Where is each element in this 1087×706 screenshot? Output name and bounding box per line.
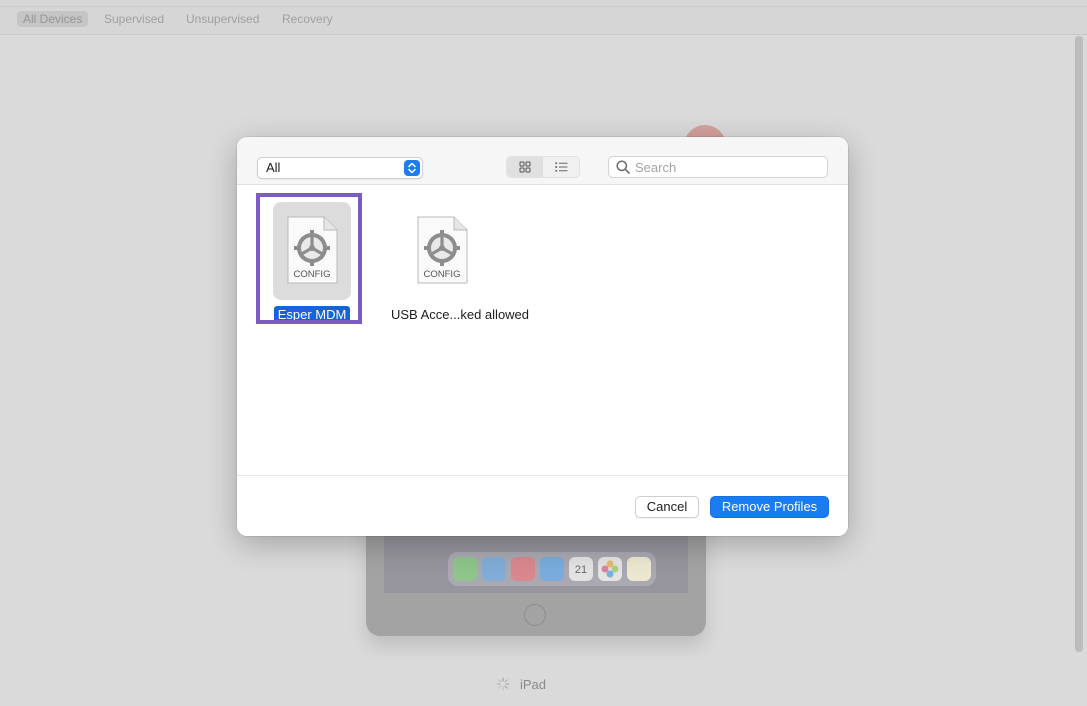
profile-item-usb-accessories[interactable]: CONFIG USB Acce...ked allowed bbox=[387, 198, 529, 328]
cancel-button[interactable]: Cancel bbox=[635, 496, 699, 518]
remove-profiles-button[interactable]: Remove Profiles bbox=[710, 496, 829, 518]
list-icon bbox=[554, 162, 567, 172]
search-field[interactable] bbox=[608, 156, 828, 178]
dialog-footer: Cancel Remove Profiles bbox=[237, 475, 848, 536]
profile-icon-tile: CONFIG bbox=[403, 202, 481, 300]
chevron-updown-icon bbox=[404, 160, 420, 176]
selection-highlight-box bbox=[256, 193, 362, 324]
profile-name: USB Acce...ked allowed bbox=[387, 307, 529, 322]
filter-popup-button[interactable]: All bbox=[257, 157, 423, 179]
list-view-button[interactable] bbox=[543, 157, 579, 177]
grid-view-button[interactable] bbox=[507, 157, 543, 177]
config-icon-caption: CONFIG bbox=[423, 269, 461, 280]
grid-icon bbox=[519, 161, 531, 173]
dialog-toolbar: All bbox=[237, 137, 848, 185]
profile-name-text: USB Acce...ked allowed bbox=[391, 307, 530, 322]
filter-popup-value: All bbox=[266, 160, 281, 175]
view-mode-control bbox=[506, 156, 580, 178]
search-input[interactable] bbox=[635, 158, 821, 176]
remove-profiles-dialog: All Search CONFIG Esper MDM CONFIG USB A… bbox=[237, 137, 848, 536]
search-icon bbox=[616, 160, 630, 174]
